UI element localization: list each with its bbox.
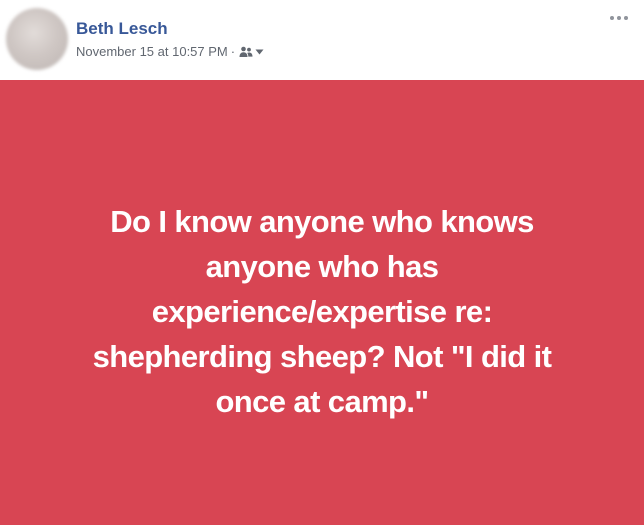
- audience-selector[interactable]: [239, 46, 264, 58]
- post-timestamp[interactable]: November 15 at 10:57 PM: [76, 44, 228, 59]
- avatar[interactable]: [6, 8, 68, 70]
- status-line: experience/expertise re:: [151, 294, 493, 329]
- facebook-post: Beth Lesch November 15 at 10:57 PM · Do …: [0, 0, 644, 525]
- status-line: anyone who has: [205, 249, 439, 284]
- status-line: shepherding sheep? Not "I did it: [92, 339, 552, 374]
- status-line: once at camp.": [215, 384, 429, 419]
- friends-icon: [239, 46, 253, 58]
- chevron-down-icon: [255, 49, 264, 55]
- post-header: Beth Lesch November 15 at 10:57 PM ·: [0, 0, 644, 80]
- author-name[interactable]: Beth Lesch: [76, 19, 168, 39]
- more-options-button[interactable]: [608, 10, 630, 26]
- meta-separator: ·: [230, 44, 236, 59]
- post-meta: November 15 at 10:57 PM ·: [76, 44, 264, 59]
- status-text: Do I know anyone who knows anyone who ha…: [20, 199, 624, 424]
- more-options-icon: [608, 10, 630, 26]
- status-line: Do I know anyone who knows: [110, 204, 534, 239]
